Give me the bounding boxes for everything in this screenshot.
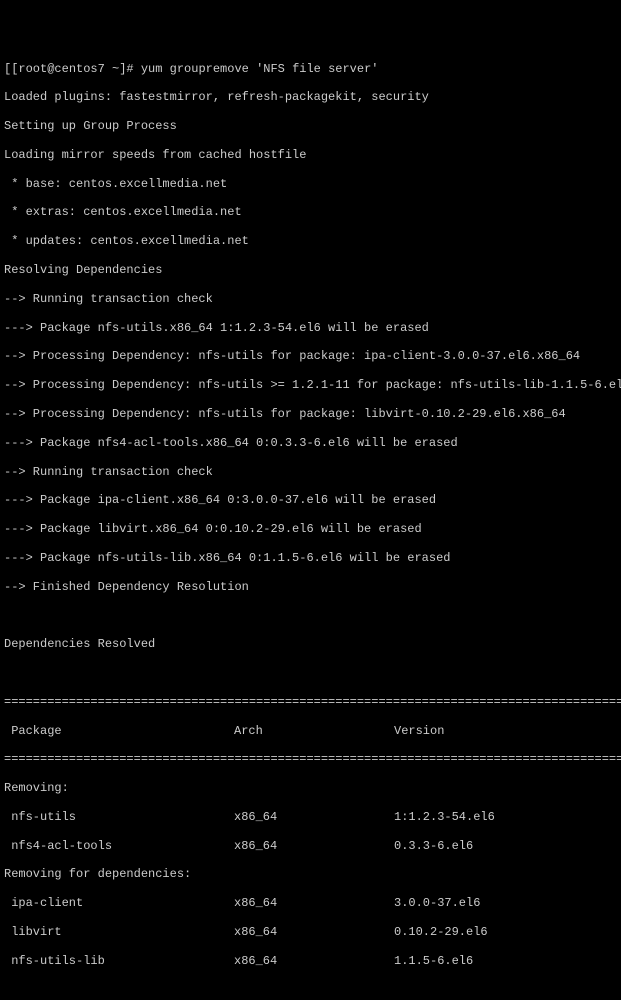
separator-line: ========================================… — [4, 695, 617, 709]
blank-line — [4, 608, 617, 622]
table-row: nfs-utils-libx86_641.1.5-6.el6 — [4, 954, 617, 968]
separator-line: ========================================… — [4, 752, 617, 766]
mirror-updates-line: * updates: centos.excellmedia.net — [4, 234, 617, 248]
output-line: ---> Package libvirt.x86_64 0:0.10.2-29.… — [4, 522, 617, 536]
prompt-prefix: [[ — [4, 62, 18, 76]
cell-package: ipa-client — [4, 896, 234, 910]
prompt-user-host: root@centos7 — [18, 62, 104, 76]
output-line: --> Running transaction check — [4, 292, 617, 306]
header-arch: Arch — [234, 724, 394, 738]
mirror-extras-line: * extras: centos.excellmedia.net — [4, 205, 617, 219]
prompt-line: [[root@centos7 ~]# yum groupremove 'NFS … — [4, 62, 617, 76]
blank-line — [4, 666, 617, 680]
blank-line — [4, 983, 617, 997]
mirror-base-line: * base: centos.excellmedia.net — [4, 177, 617, 191]
table-row: libvirtx86_640.10.2-29.el6 — [4, 925, 617, 939]
cell-package: libvirt — [4, 925, 234, 939]
header-version: Version — [394, 724, 444, 738]
cell-version: 0.3.3-6.el6 — [394, 839, 473, 853]
removing-deps-label: Removing for dependencies: — [4, 867, 617, 881]
output-line: ---> Package nfs-utils.x86_64 1:1.2.3-54… — [4, 321, 617, 335]
table-row: ipa-clientx86_643.0.0-37.el6 — [4, 896, 617, 910]
output-line: Dependencies Resolved — [4, 637, 617, 651]
removing-label: Removing: — [4, 781, 617, 795]
output-line: Loaded plugins: fastestmirror, refresh-p… — [4, 90, 617, 104]
cell-arch: x86_64 — [234, 896, 394, 910]
cell-version: 1.1.5-6.el6 — [394, 954, 473, 968]
cell-version: 3.0.0-37.el6 — [394, 896, 480, 910]
table-header-row: PackageArchVersion — [4, 724, 617, 738]
cell-version: 0.10.2-29.el6 — [394, 925, 488, 939]
output-line: --> Finished Dependency Resolution — [4, 580, 617, 594]
output-line: ---> Package ipa-client.x86_64 0:3.0.0-3… — [4, 493, 617, 507]
cell-package: nfs-utils-lib — [4, 954, 234, 968]
output-line: Resolving Dependencies — [4, 263, 617, 277]
output-line: Loading mirror speeds from cached hostfi… — [4, 148, 617, 162]
cell-arch: x86_64 — [234, 810, 394, 824]
table-row: nfs4-acl-toolsx86_640.3.3-6.el6 — [4, 839, 617, 853]
cell-package: nfs4-acl-tools — [4, 839, 234, 853]
cell-arch: x86_64 — [234, 925, 394, 939]
cell-version: 1:1.2.3-54.el6 — [394, 810, 495, 824]
cell-package: nfs-utils — [4, 810, 234, 824]
output-line: --> Processing Dependency: nfs-utils for… — [4, 349, 617, 363]
output-line: --> Processing Dependency: nfs-utils >= … — [4, 378, 617, 392]
output-line: ---> Package nfs4-acl-tools.x86_64 0:0.3… — [4, 436, 617, 450]
header-package: Package — [4, 724, 234, 738]
output-line: --> Processing Dependency: nfs-utils for… — [4, 407, 617, 421]
command-text: yum groupremove 'NFS file server' — [141, 62, 379, 76]
output-line: ---> Package nfs-utils-lib.x86_64 0:1.1.… — [4, 551, 617, 565]
cell-arch: x86_64 — [234, 839, 394, 853]
output-line: Setting up Group Process — [4, 119, 617, 133]
cell-arch: x86_64 — [234, 954, 394, 968]
table-row: nfs-utilsx86_641:1.2.3-54.el6 — [4, 810, 617, 824]
prompt-path: ~]# — [105, 62, 141, 76]
output-line: --> Running transaction check — [4, 465, 617, 479]
